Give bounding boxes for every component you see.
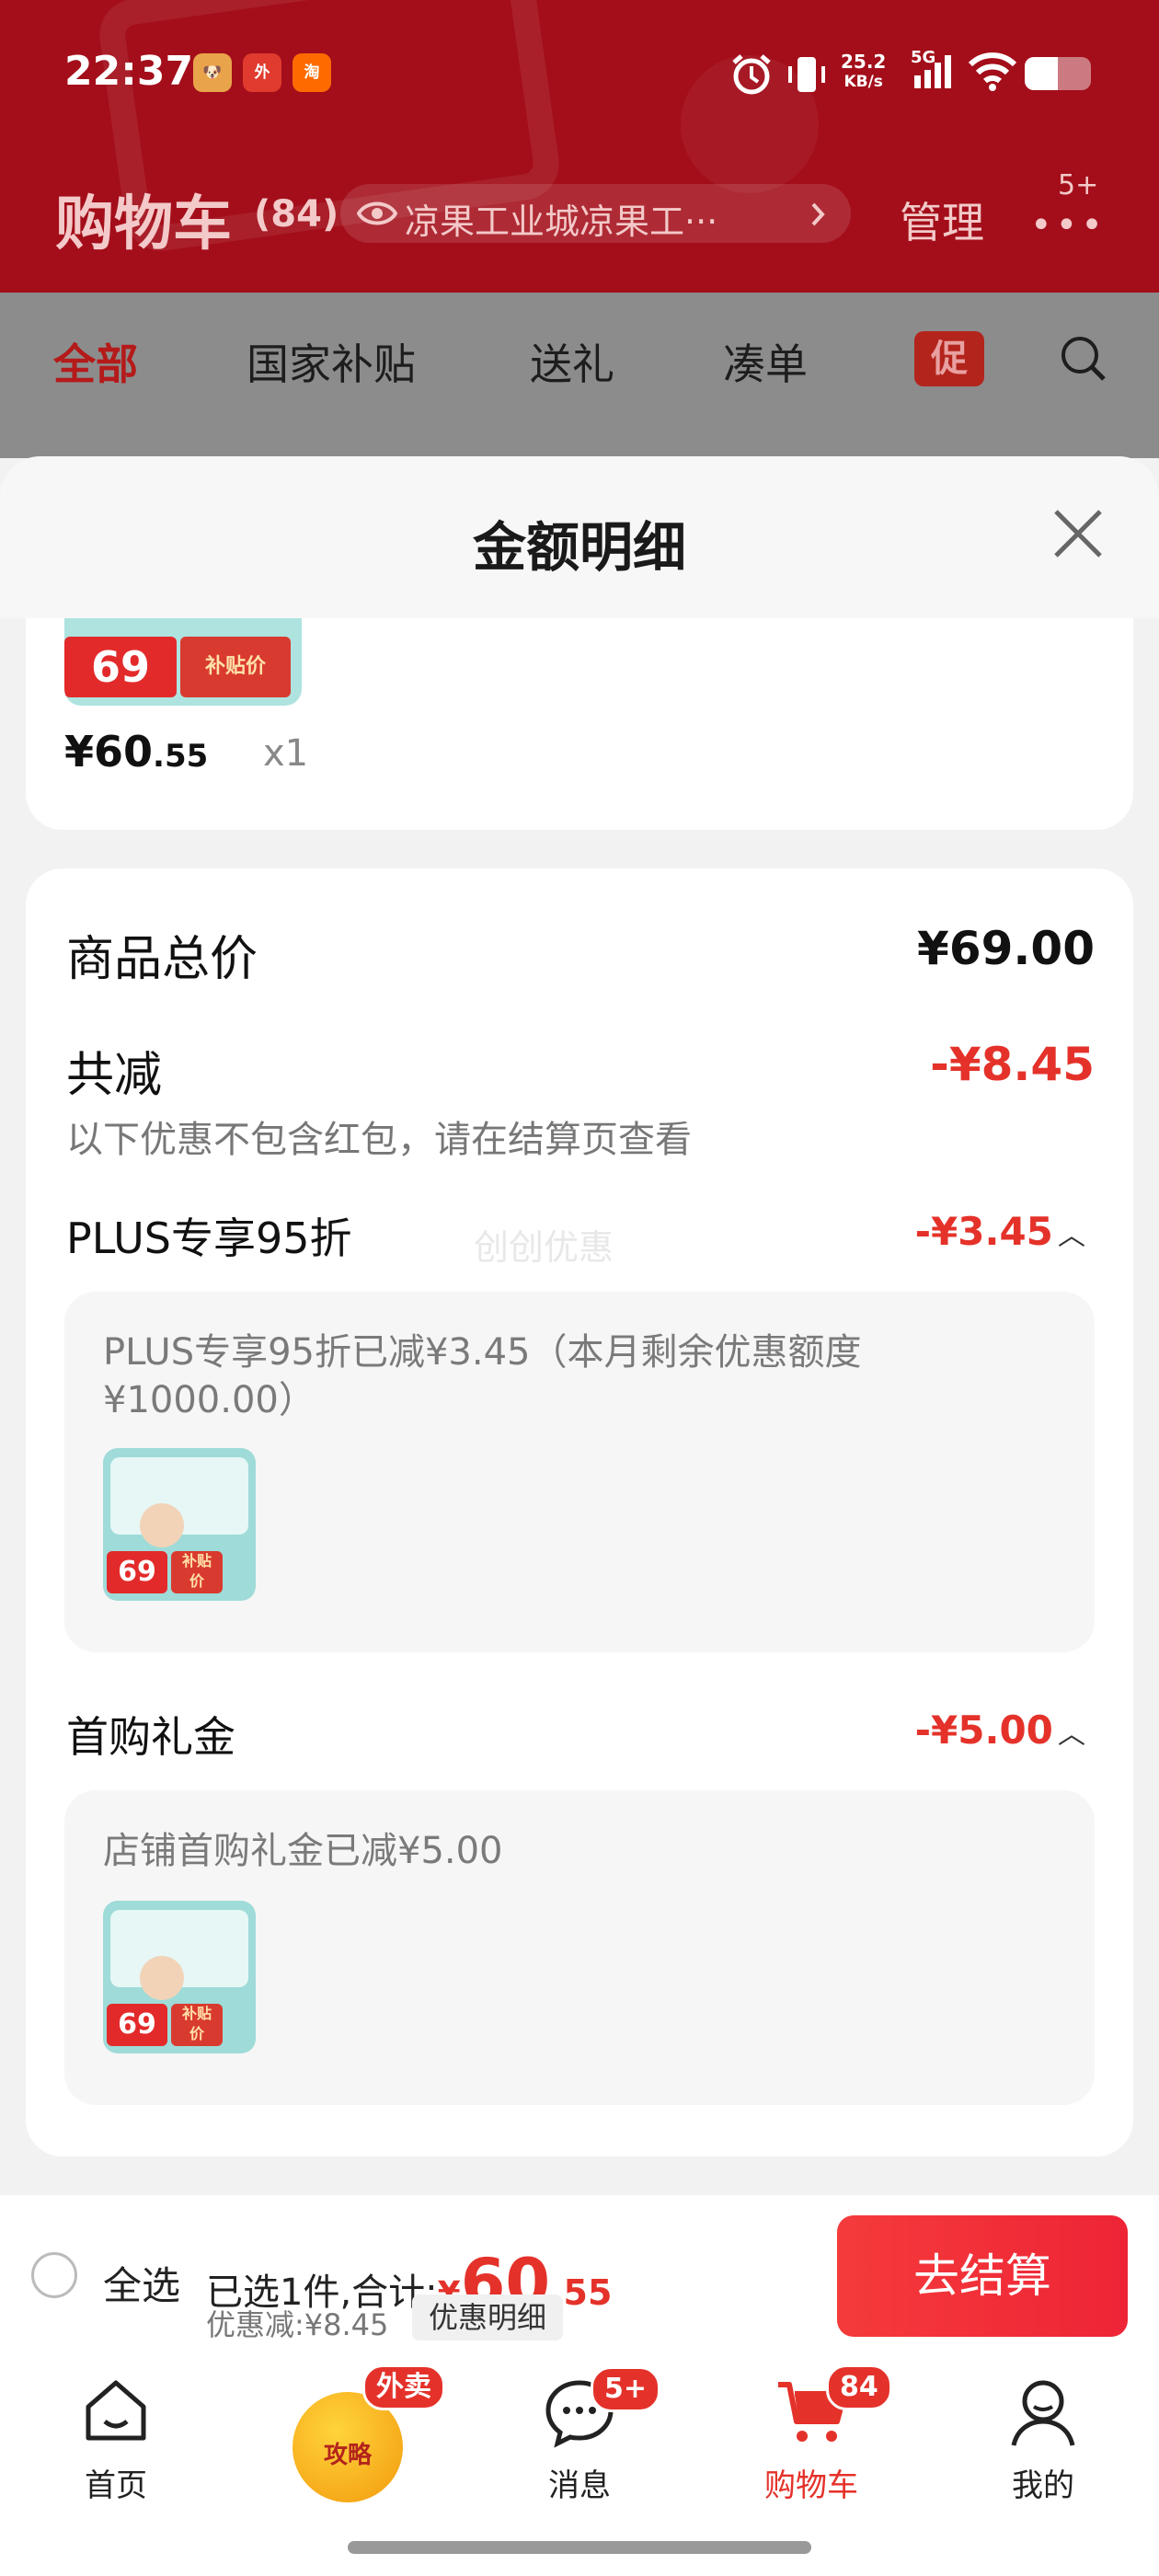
more-icon[interactable]: ••• bbox=[1030, 204, 1107, 247]
select-all-radio[interactable] bbox=[31, 2252, 77, 2298]
gonglue-label: 攻略 bbox=[323, 2442, 372, 2469]
tab-promo[interactable]: 促 bbox=[914, 331, 984, 386]
item-quantity: x1 bbox=[263, 732, 309, 775]
address-text: 凉果工业城凉果工··· bbox=[405, 201, 718, 242]
eye-icon bbox=[356, 195, 398, 236]
message-badge: 5+ bbox=[591, 2366, 661, 2412]
discount-detail-button[interactable]: 优惠明细 bbox=[412, 2294, 564, 2340]
product-thumbnail: 69 补贴价 bbox=[103, 1901, 256, 2053]
nav-profile-label: 我的 bbox=[1012, 2467, 1074, 2504]
cart-badge: 84 bbox=[826, 2364, 892, 2410]
discount-label: 首购礼金 bbox=[66, 1712, 235, 1762]
profile-icon bbox=[1008, 2375, 1078, 2453]
tab-subsidy[interactable]: 国家补贴 bbox=[247, 331, 416, 392]
dog-app-icon: 🐶 bbox=[193, 53, 232, 92]
net-speed: 25.2 KB/s bbox=[841, 51, 887, 91]
tab-bundle[interactable]: 凑单 bbox=[723, 331, 808, 392]
reduce-note: 以下优惠不包含红包，请在结算页查看 bbox=[66, 1119, 692, 1161]
discount-detail-text: 店铺首购礼金已减¥5.00 bbox=[103, 1830, 503, 1872]
reduce-value: -¥8.45 bbox=[930, 1038, 1095, 1091]
nav-home-label: 首页 bbox=[85, 2467, 147, 2504]
total-label: 商品总价 bbox=[66, 932, 258, 987]
tab-gift[interactable]: 送礼 bbox=[530, 331, 614, 392]
taobao-app-icon: 淘 bbox=[293, 53, 331, 92]
waimai-badge: 外卖 bbox=[362, 2364, 445, 2410]
page-title: 购物车 bbox=[55, 190, 232, 259]
item-price: ¥60.55 bbox=[64, 727, 209, 776]
manage-button[interactable]: 管理 bbox=[900, 190, 984, 250]
item-thumbnail: 69 补贴价 bbox=[64, 618, 302, 706]
chevron-right-icon bbox=[809, 201, 828, 232]
chevron-up-icon: ︿ bbox=[1058, 1220, 1085, 1252]
select-all-label[interactable]: 全选 bbox=[103, 2255, 180, 2311]
total-value: ¥69.00 bbox=[917, 922, 1095, 975]
watermark: 创创优惠 bbox=[474, 1227, 614, 1268]
more-badge: 5+ bbox=[1058, 169, 1099, 201]
chevron-up-icon: ︿ bbox=[1058, 1719, 1085, 1751]
checkout-button[interactable]: 去结算 bbox=[837, 2215, 1128, 2337]
discount-label: PLUS专享95折 bbox=[66, 1213, 352, 1263]
nav-cart-label: 购物车 bbox=[764, 2467, 858, 2504]
discount-toggle[interactable]: -¥3.45 ︿ bbox=[915, 1209, 1085, 1254]
close-icon[interactable] bbox=[1050, 506, 1106, 565]
search-icon[interactable] bbox=[1058, 333, 1109, 388]
discount-toggle[interactable]: -¥5.00 ︿ bbox=[915, 1708, 1085, 1753]
vibrate-icon bbox=[784, 52, 830, 101]
reduce-label: 共减 bbox=[66, 1048, 163, 1103]
home-indicator[interactable] bbox=[348, 2541, 811, 2554]
wifi-icon bbox=[968, 50, 1017, 96]
discount-detail-text: PLUS专享95折已减¥3.45（本月剩余优惠额度¥1000.00） bbox=[103, 1331, 862, 1421]
discount-summary: 优惠减:¥8.45 bbox=[206, 2307, 389, 2342]
cart-count: (84) bbox=[254, 193, 339, 236]
discount-value: -¥3.45 bbox=[914, 1209, 1053, 1254]
tab-all[interactable]: 全部 bbox=[53, 331, 138, 392]
nav-messages-label: 消息 bbox=[548, 2467, 611, 2504]
home-icon bbox=[81, 2375, 151, 2449]
signal-icon: 5G bbox=[911, 48, 957, 98]
discount-value: -¥5.00 bbox=[914, 1708, 1053, 1753]
product-thumbnail: 69 补贴价 bbox=[103, 1448, 256, 1601]
sheet-title: 金额明细 bbox=[472, 516, 686, 579]
alarm-icon bbox=[729, 52, 775, 101]
status-time: 22:37 bbox=[64, 48, 194, 95]
waimai-app-icon: 外 bbox=[243, 53, 281, 92]
battery-icon bbox=[1025, 57, 1091, 90]
